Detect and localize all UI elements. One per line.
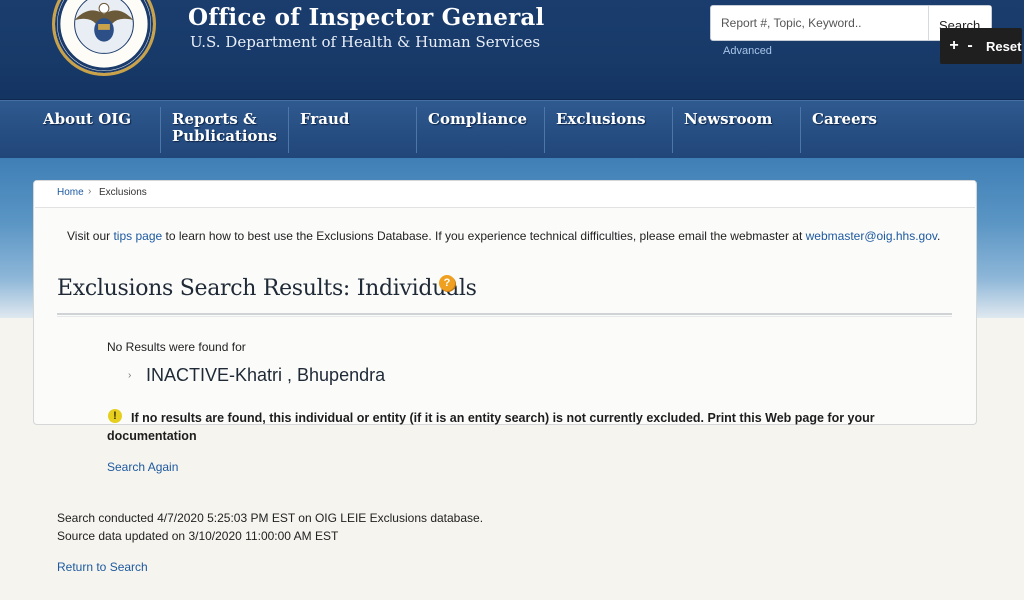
breadcrumb-separator-icon: › <box>88 186 92 197</box>
webmaster-email-link[interactable]: webmaster@oig.hhs.gov <box>806 229 937 243</box>
tips-page-link[interactable]: tips page <box>113 229 162 243</box>
nav-careers[interactable]: Careers <box>812 111 877 128</box>
content-card <box>33 180 977 425</box>
chevron-right-icon: › <box>128 370 132 381</box>
oig-seal-logo[interactable] <box>52 0 156 76</box>
source-updated-text: Source data updated on 3/10/2020 11:00:0… <box>57 529 339 543</box>
advanced-search-link[interactable]: Advanced <box>723 45 772 57</box>
nav-divider <box>160 107 161 153</box>
reset-text-button[interactable]: Reset <box>986 39 1021 54</box>
searched-name: INACTIVE-Khatri , Bhupendra <box>146 365 386 385</box>
info-middle: to learn how to best use the Exclusions … <box>162 229 806 243</box>
help-icon[interactable]: ? <box>439 275 455 291</box>
nav-compliance[interactable]: Compliance <box>428 111 527 128</box>
nav-divider <box>672 107 673 153</box>
no-results-label: No Results were found for <box>107 340 246 354</box>
nav-divider <box>544 107 545 153</box>
breadcrumb-current: Exclusions <box>99 187 147 198</box>
page-title: Exclusions Search Results: Individuals <box>57 276 477 301</box>
nav-about-oig[interactable]: About OIG <box>43 111 131 128</box>
nav-divider <box>416 107 417 153</box>
info-suffix: . <box>937 229 941 243</box>
nav-fraud[interactable]: Fraud <box>300 111 349 128</box>
warning-icon: ! <box>108 409 122 423</box>
site-title[interactable]: Office of Inspector General <box>188 4 544 31</box>
nav-newsroom[interactable]: Newsroom <box>684 111 772 128</box>
nav-divider <box>800 107 801 153</box>
return-to-search-link[interactable]: Return to Search <box>57 560 148 574</box>
search-input[interactable] <box>711 6 927 40</box>
breadcrumb <box>35 181 975 208</box>
main-navigation: About OIG Reports & Publications Fraud C… <box>0 100 1024 158</box>
not-excluded-notice: If no results are found, this individual… <box>107 411 875 443</box>
decrease-text-button[interactable]: - <box>964 37 976 55</box>
search-again-link[interactable]: Search Again <box>107 460 178 474</box>
text-resize-controls: + - Reset <box>940 28 1022 64</box>
increase-text-button[interactable]: + <box>948 37 960 55</box>
nav-publications-label: Publications <box>172 127 277 145</box>
site-header: Office of Inspector General U.S. Departm… <box>0 0 1024 100</box>
nav-reports-label: Reports & <box>172 110 257 128</box>
info-prefix: Visit our <box>67 229 114 243</box>
breadcrumb-home-link[interactable]: Home <box>57 187 84 198</box>
nav-reports-publications[interactable]: Reports & Publications <box>172 111 277 145</box>
eagle-seal-icon <box>57 0 151 71</box>
title-divider <box>57 313 952 317</box>
site-subtitle: U.S. Department of Health & Human Servic… <box>190 33 541 51</box>
search-conducted-text: Search conducted 4/7/2020 5:25:03 PM EST… <box>57 511 484 525</box>
nav-divider <box>288 107 289 153</box>
tips-info-text: Visit our tips page to learn how to best… <box>67 229 940 243</box>
nav-exclusions[interactable]: Exclusions <box>556 111 646 128</box>
